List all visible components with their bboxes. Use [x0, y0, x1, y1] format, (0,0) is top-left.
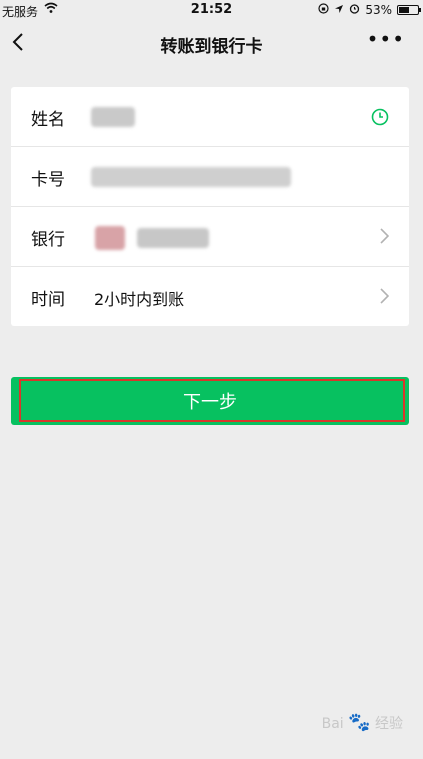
time-value: 2小时内到账: [94, 290, 185, 309]
watermark-logo: Bai 🐾 经验: [321, 712, 403, 733]
card-row[interactable]: 卡号: [11, 147, 409, 207]
card-label: 卡号: [31, 170, 65, 190]
next-step-button[interactable]: 下一步: [11, 377, 409, 425]
card-number-redacted[interactable]: [91, 167, 291, 187]
battery-icon: [397, 5, 421, 15]
page-title: 转账到银行卡: [160, 37, 263, 57]
chevron-right-icon: [380, 288, 390, 308]
name-row[interactable]: 姓名: [11, 87, 409, 147]
location-icon: [334, 3, 344, 17]
bank-label: 银行: [31, 230, 65, 250]
status-bar: 无服务 21:52 53%: [0, 0, 423, 20]
bank-logo-redacted: [95, 226, 125, 250]
bank-name-redacted: [137, 228, 209, 248]
time-row[interactable]: 时间 2小时内到账: [11, 267, 409, 327]
name-label: 姓名: [31, 110, 65, 130]
battery-percent: 53%: [365, 3, 392, 17]
transfer-form: 姓名 卡号 银行 时间 2小时内到账: [11, 87, 409, 326]
battery-fill: [399, 7, 409, 13]
bank-row[interactable]: 银行: [11, 207, 409, 267]
time-label: 时间: [31, 290, 65, 310]
name-field-redacted[interactable]: [91, 107, 135, 127]
chevron-right-icon: [380, 228, 390, 248]
history-clock-icon[interactable]: [371, 108, 389, 130]
status-right: 53%: [318, 3, 421, 17]
more-icon[interactable]: •••: [367, 29, 405, 49]
nav-bar: 转账到银行卡 •••: [0, 20, 423, 66]
alarm-icon: [349, 3, 360, 17]
rotation-lock-icon: [318, 3, 329, 17]
